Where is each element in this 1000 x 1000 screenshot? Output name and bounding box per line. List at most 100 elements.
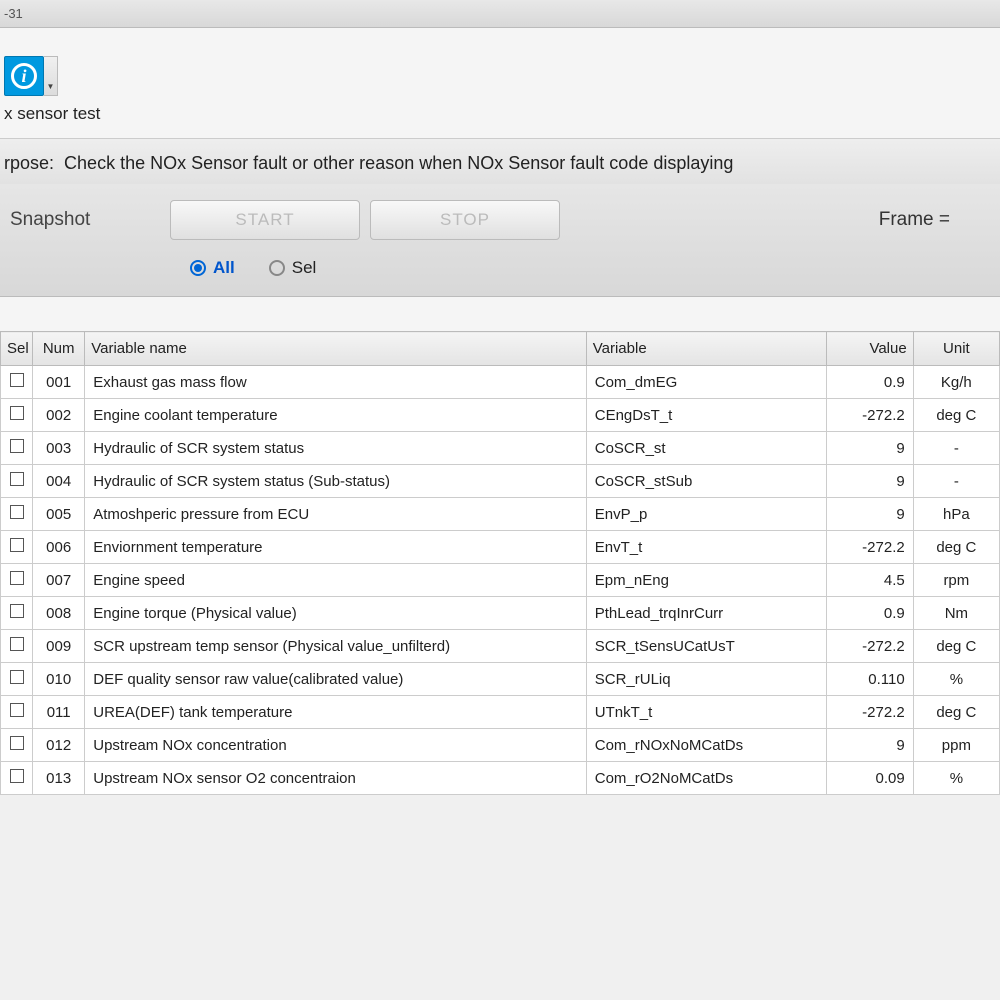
row-checkbox[interactable]	[10, 538, 24, 552]
cell-value: 9	[827, 465, 913, 498]
cell-num: 008	[33, 597, 85, 630]
row-checkbox[interactable]	[10, 472, 24, 486]
info-button[interactable]: i	[4, 56, 44, 96]
table-row[interactable]: 002Engine coolant temperatureCEngDsT_t-2…	[1, 399, 1000, 432]
cell-num: 006	[33, 531, 85, 564]
purpose-label: rpose:	[4, 153, 54, 173]
stop-button[interactable]: STOP	[370, 200, 560, 240]
table-row[interactable]: 013Upstream NOx sensor O2 concentraionCo…	[1, 762, 1000, 795]
cell-var: CoSCR_stSub	[586, 465, 827, 498]
row-checkbox[interactable]	[10, 571, 24, 585]
cell-var: PthLead_trqInrCurr	[586, 597, 827, 630]
info-icon: i	[11, 63, 37, 89]
cell-value: 4.5	[827, 564, 913, 597]
cell-name: Hydraulic of SCR system status (Sub-stat…	[85, 465, 587, 498]
cell-value: 0.9	[827, 597, 913, 630]
cell-name: DEF quality sensor raw value(calibrated …	[85, 663, 587, 696]
cell-unit: deg C	[913, 696, 999, 729]
cell-value: 9	[827, 432, 913, 465]
table-row[interactable]: 009SCR upstream temp sensor (Physical va…	[1, 630, 1000, 663]
cell-name: Exhaust gas mass flow	[85, 366, 587, 399]
radio-all[interactable]: All	[190, 258, 235, 278]
cell-value: 0.110	[827, 663, 913, 696]
row-checkbox[interactable]	[10, 505, 24, 519]
cell-num: 003	[33, 432, 85, 465]
row-checkbox[interactable]	[10, 439, 24, 453]
cell-var: Com_rO2NoMCatDs	[586, 762, 827, 795]
row-checkbox[interactable]	[10, 604, 24, 618]
cell-num: 001	[33, 366, 85, 399]
header-unit[interactable]: Unit	[913, 332, 999, 366]
cell-unit: %	[913, 663, 999, 696]
cell-num: 011	[33, 696, 85, 729]
cell-value: -272.2	[827, 696, 913, 729]
cell-unit: ppm	[913, 729, 999, 762]
header-num[interactable]: Num	[33, 332, 85, 366]
cell-value: -272.2	[827, 630, 913, 663]
purpose-bar: rpose: Check the NOx Sensor fault or oth…	[0, 138, 1000, 184]
cell-unit: deg C	[913, 399, 999, 432]
radio-all-label: All	[213, 258, 235, 278]
cell-value: 9	[827, 498, 913, 531]
cell-var: Epm_nEng	[586, 564, 827, 597]
table-row[interactable]: 012Upstream NOx concentrationCom_rNOxNoM…	[1, 729, 1000, 762]
start-button[interactable]: START	[170, 200, 360, 240]
row-checkbox[interactable]	[10, 769, 24, 783]
table-row[interactable]: 004Hydraulic of SCR system status (Sub-s…	[1, 465, 1000, 498]
row-checkbox[interactable]	[10, 703, 24, 717]
frame-label: Frame =	[879, 209, 950, 231]
cell-value: -272.2	[827, 399, 913, 432]
cell-var: SCR_tSensUCatUsT	[586, 630, 827, 663]
row-checkbox[interactable]	[10, 637, 24, 651]
cell-num: 005	[33, 498, 85, 531]
cell-unit: rpm	[913, 564, 999, 597]
table-row[interactable]: 005Atmoshperic pressure from ECUEnvP_p9h…	[1, 498, 1000, 531]
cell-name: Engine coolant temperature	[85, 399, 587, 432]
table-header-row: Sel Num Variable name Variable Value Uni…	[1, 332, 1000, 366]
toolbar-dropdown[interactable]: ▼	[44, 56, 58, 96]
cell-value: 9	[827, 729, 913, 762]
toolbar-area: i ▼ x sensor test	[0, 28, 1000, 138]
header-value[interactable]: Value	[827, 332, 913, 366]
cell-num: 002	[33, 399, 85, 432]
table-row[interactable]: 008Engine torque (Physical value)PthLead…	[1, 597, 1000, 630]
row-checkbox[interactable]	[10, 373, 24, 387]
cell-unit: %	[913, 762, 999, 795]
cell-name: Engine torque (Physical value)	[85, 597, 587, 630]
cell-unit: Nm	[913, 597, 999, 630]
header-var[interactable]: Variable	[586, 332, 827, 366]
cell-name: SCR upstream temp sensor (Physical value…	[85, 630, 587, 663]
cell-var: CoSCR_st	[586, 432, 827, 465]
table-row[interactable]: 011UREA(DEF) tank temperatureUTnkT_t-272…	[1, 696, 1000, 729]
table-row[interactable]: 003Hydraulic of SCR system statusCoSCR_s…	[1, 432, 1000, 465]
snapshot-label: Snapshot	[10, 209, 170, 231]
header-sel[interactable]: Sel	[1, 332, 33, 366]
controls-row: Snapshot START STOP Frame =	[0, 184, 1000, 246]
table-row[interactable]: 007Engine speedEpm_nEng4.5rpm	[1, 564, 1000, 597]
header-name[interactable]: Variable name	[85, 332, 587, 366]
radio-sel-label: Sel	[292, 258, 317, 278]
cell-num: 009	[33, 630, 85, 663]
radio-sel[interactable]: Sel	[269, 258, 317, 278]
table-row[interactable]: 001Exhaust gas mass flowCom_dmEG0.9Kg/h	[1, 366, 1000, 399]
cell-var: CEngDsT_t	[586, 399, 827, 432]
cell-num: 004	[33, 465, 85, 498]
variables-table: Sel Num Variable name Variable Value Uni…	[0, 331, 1000, 795]
cell-num: 012	[33, 729, 85, 762]
cell-num: 013	[33, 762, 85, 795]
cell-var: Com_rNOxNoMCatDs	[586, 729, 827, 762]
cell-var: UTnkT_t	[586, 696, 827, 729]
cell-name: Atmoshperic pressure from ECU	[85, 498, 587, 531]
table-row[interactable]: 010DEF quality sensor raw value(calibrat…	[1, 663, 1000, 696]
cell-value: 0.9	[827, 366, 913, 399]
row-checkbox[interactable]	[10, 736, 24, 750]
cell-unit: hPa	[913, 498, 999, 531]
row-checkbox[interactable]	[10, 670, 24, 684]
cell-num: 007	[33, 564, 85, 597]
radio-dot-icon	[190, 260, 206, 276]
cell-unit: Kg/h	[913, 366, 999, 399]
radio-row: All Sel	[0, 246, 1000, 297]
row-checkbox[interactable]	[10, 406, 24, 420]
radio-dot-icon	[269, 260, 285, 276]
table-row[interactable]: 006Enviornment temperatureEnvT_t-272.2de…	[1, 531, 1000, 564]
